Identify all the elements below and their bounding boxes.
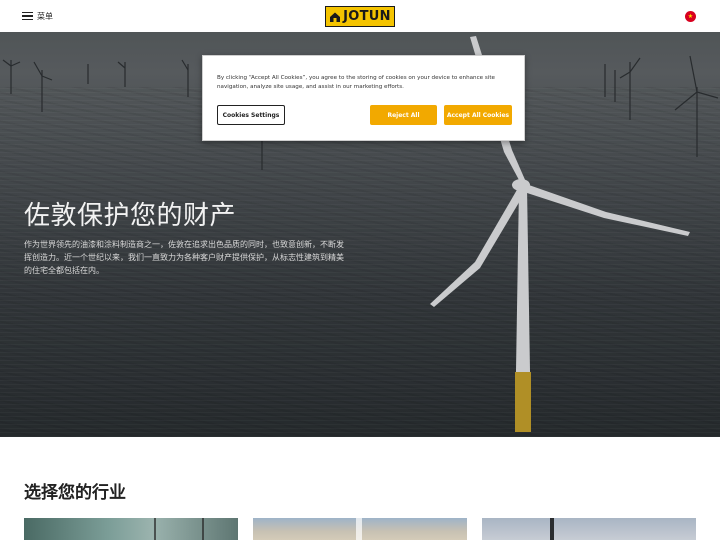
menu-label: 菜单 bbox=[37, 11, 53, 21]
card-image-detail bbox=[550, 518, 554, 540]
accept-all-cookies-button[interactable]: Accept All Cookies bbox=[444, 105, 512, 125]
card-image-detail bbox=[356, 518, 362, 540]
house-logo-icon bbox=[330, 12, 341, 22]
hero-title: 佐敦保护您的财产 bbox=[24, 201, 237, 231]
cookie-consent-dialog: By clicking “Accept All Cookies”, you ag… bbox=[202, 55, 525, 141]
cookie-consent-text: By clicking “Accept All Cookies”, you ag… bbox=[217, 75, 495, 90]
logo-text: JOTUN bbox=[343, 9, 391, 24]
card-image-detail bbox=[154, 518, 156, 540]
site-header: 菜单 JOTUN ★ bbox=[0, 0, 720, 32]
china-flag-icon[interactable]: ★ bbox=[685, 11, 696, 22]
cookies-settings-button[interactable]: Cookies Settings bbox=[217, 105, 285, 125]
industry-card[interactable] bbox=[482, 518, 696, 540]
card-image-detail bbox=[202, 518, 204, 540]
industry-card[interactable] bbox=[253, 518, 467, 540]
industry-card[interactable] bbox=[24, 518, 238, 540]
menu-button[interactable]: 菜单 bbox=[22, 9, 53, 23]
industry-section-title: 选择您的行业 bbox=[24, 483, 126, 503]
jotun-logo[interactable]: JOTUN bbox=[325, 6, 395, 27]
hero-description: 作为世界领先的油漆和涂料制造商之一，佐敦在追求出色品质的同时，也致意创新，不断发… bbox=[24, 240, 344, 275]
hamburger-icon bbox=[22, 11, 33, 21]
reject-all-button[interactable]: Reject All bbox=[370, 105, 437, 125]
